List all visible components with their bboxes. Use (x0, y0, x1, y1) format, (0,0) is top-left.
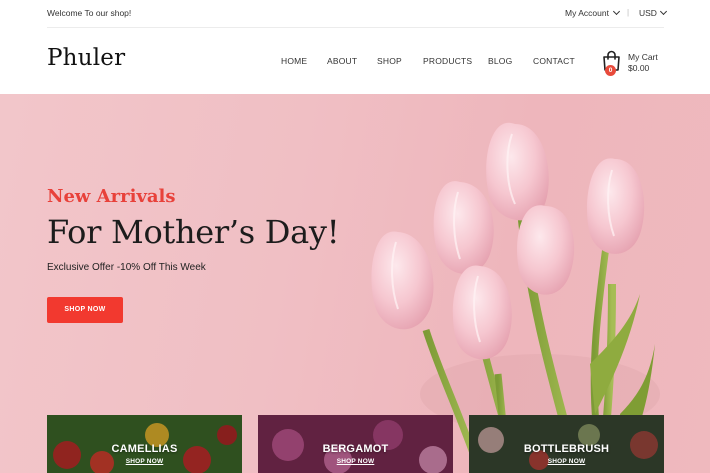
nav-item-shop[interactable]: SHOP (377, 56, 402, 66)
nav-item-blog[interactable]: BLOG (488, 56, 512, 66)
category-shop-link[interactable]: SHOP NOW (47, 458, 242, 465)
category-name: BOTTLEBRUSH (523, 443, 610, 455)
shop-now-button[interactable]: SHOP NOW (47, 297, 123, 323)
cart-label[interactable]: My Cart (628, 52, 658, 62)
hero-title: For Mother’s Day! (47, 213, 340, 251)
nav-item-contact[interactable]: CONTACT (533, 56, 575, 66)
cart-count-badge: 0 (605, 65, 616, 76)
topbar-separator: | (627, 8, 630, 17)
account-dropdown[interactable]: My Account (565, 7, 620, 18)
top-bar: Welcome To our shop! My Account | USD (0, 0, 710, 28)
category-name: BERGAMOT (322, 443, 389, 455)
currency-dropdown[interactable]: USD (639, 7, 667, 18)
nav-item-about[interactable]: ABOUT (327, 56, 357, 66)
nav-item-products[interactable]: PRODUCTS (423, 56, 472, 66)
category-card-camellias[interactable]: CAMELLIAS SHOP NOW (47, 415, 242, 473)
nav-item-home[interactable]: HOME (281, 56, 307, 66)
currency-label: USD (639, 8, 657, 18)
welcome-message: Welcome To our shop! (47, 8, 132, 18)
chevron-down-icon (659, 7, 667, 16)
cart-total: $0.00 (628, 63, 650, 73)
site-logo[interactable]: Phuler (47, 45, 125, 71)
hero-offer-text: Exclusive Offer -10% Off This Week (47, 262, 206, 273)
category-shop-link[interactable]: SHOP NOW (258, 458, 453, 465)
category-name: CAMELLIAS (111, 443, 178, 455)
topbar-divider (47, 27, 664, 28)
category-card-bottlebrush[interactable]: BOTTLEBRUSH SHOP NOW (469, 415, 664, 473)
hero-subtitle: New Arrivals (47, 186, 176, 207)
account-label: My Account (565, 8, 609, 18)
category-card-bergamot[interactable]: BERGAMOT SHOP NOW (258, 415, 453, 473)
chevron-down-icon (612, 7, 620, 16)
category-shop-link[interactable]: SHOP NOW (469, 458, 664, 465)
